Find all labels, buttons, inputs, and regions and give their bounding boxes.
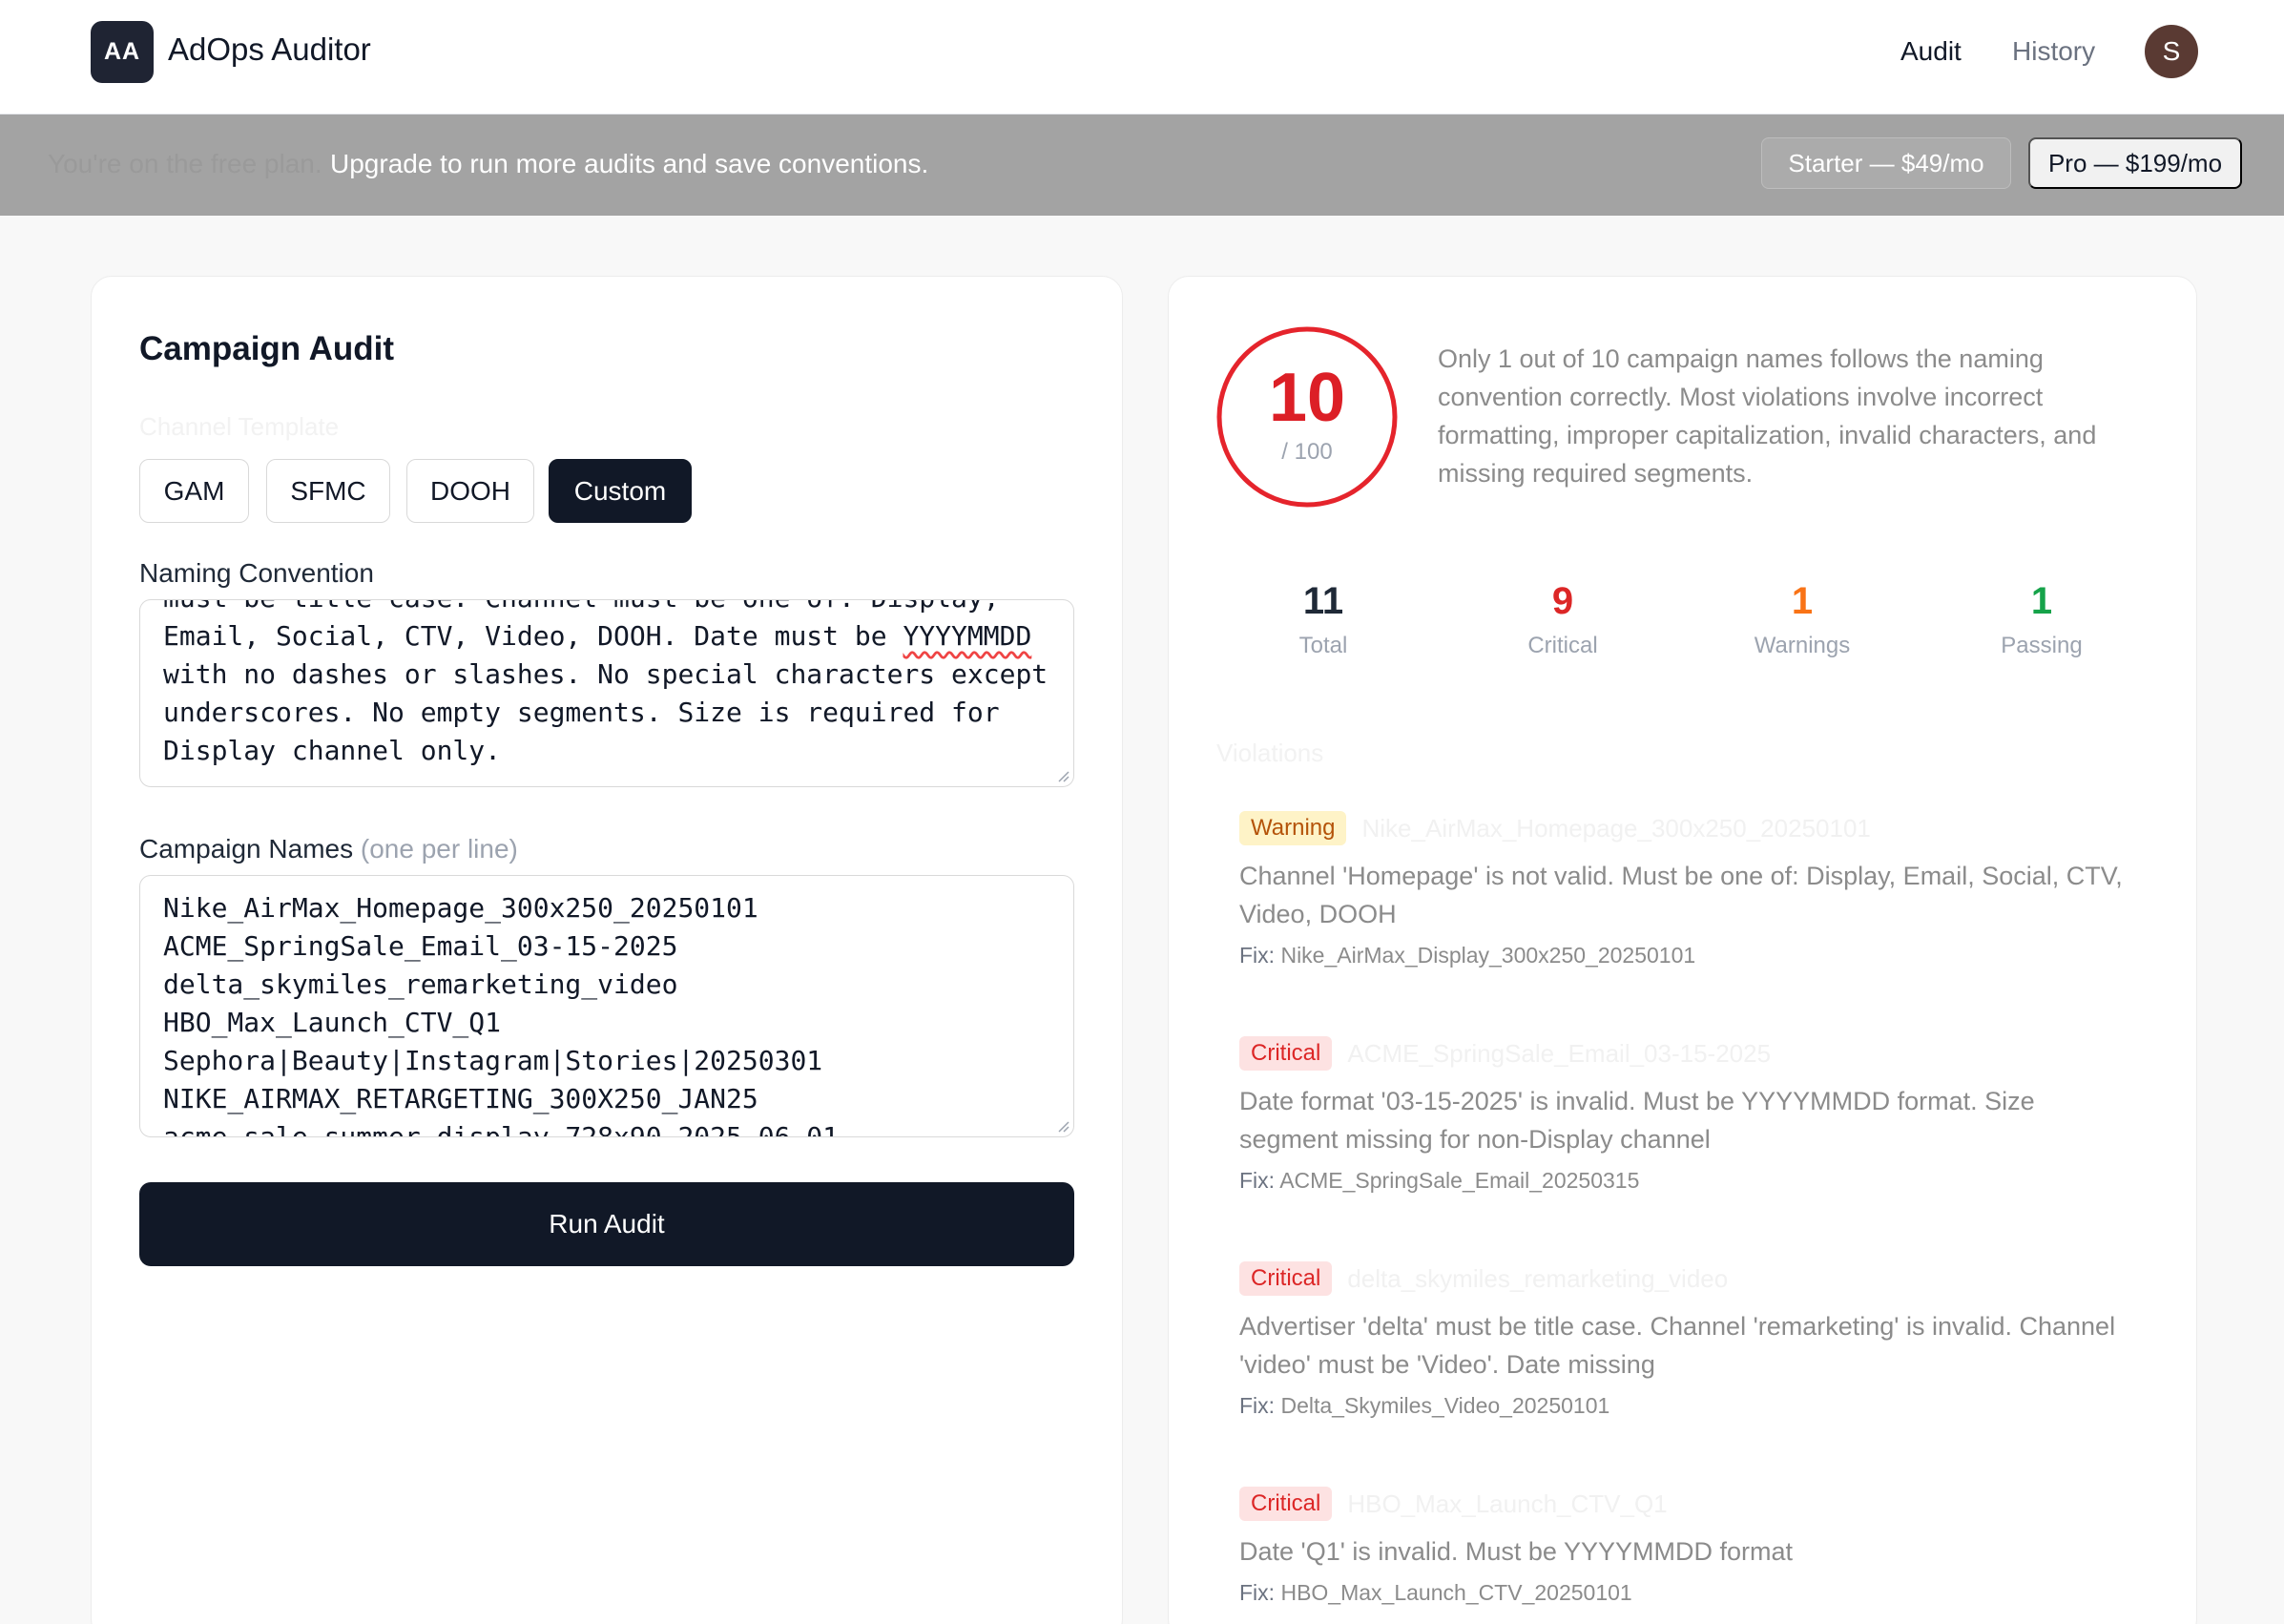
nav-history-link[interactable]: History — [2012, 36, 2095, 67]
stat-passing-value: 1 — [2030, 580, 2053, 622]
stat-critical-label: Critical — [1527, 633, 1598, 658]
violation-item[interactable]: Warning Nike_AirMax_Homepage_300x250_2025… — [1239, 811, 2136, 968]
user-avatar[interactable]: S — [2145, 25, 2198, 78]
campaign-name-line: ACME_SpringSale_Email_03-15-2025 — [163, 930, 678, 962]
audit-results-card: 10 / 100 Only 1 out of 10 campaign names… — [1168, 276, 2197, 1624]
stat-warnings-label: Warnings — [1754, 633, 1851, 658]
stat-warnings: 1 Warnings — [1707, 580, 1898, 659]
template-label: Channel Template — [139, 412, 340, 441]
naming-line: Display channel only. — [163, 735, 502, 766]
app-title: AdOps Auditor — [168, 31, 371, 67]
violation-fix: Fix: Nike_AirMax_Display_300x250_2025010… — [1239, 943, 1696, 968]
violation-campaign-name: Nike_AirMax_Homepage_300x250_20250101 — [1361, 813, 1871, 843]
violation-message: Advertiser 'delta' must be title case. C… — [1239, 1312, 2116, 1379]
spellcheck-word: YYYYMMDD — [903, 620, 1032, 652]
starter-plan-button[interactable]: Starter — $49/mo — [1761, 137, 2011, 189]
stat-passing-label: Passing — [2001, 633, 2083, 658]
campaign-name-line: acme sale summer display 728x90 2025-06-… — [163, 1121, 840, 1137]
violation-campaign-name: delta_skymiles_remarketing_video — [1347, 1263, 1729, 1293]
free-plan-notice: You're on the free plan. — [48, 149, 322, 178]
campaign-name-line: delta_skymiles_remarketing_video — [163, 968, 678, 1000]
violations-label: Violations — [1216, 739, 1324, 767]
naming-line: underscores. No empty segments. Size is … — [163, 697, 1000, 728]
template-gam-button[interactable]: GAM — [139, 459, 249, 523]
campaign-audit-card: Campaign Audit Channel Template GAM SFMC… — [91, 276, 1123, 1624]
audit-summary: Only 1 out of 10 campaign names follows … — [1438, 344, 2097, 488]
logo-icon[interactable]: AA — [91, 21, 154, 83]
page-title: Campaign Audit — [139, 330, 395, 367]
naming-convention-label: Naming Convention — [139, 558, 374, 588]
stat-total-label: Total — [1298, 633, 1348, 658]
score-max: / 100 — [1281, 439, 1333, 465]
stat-passing: 1 Passing — [1946, 580, 2137, 659]
naming-line: Email, Social, CTV, Video, DOOH. Date mu… — [163, 620, 1032, 652]
resize-grip-icon[interactable] — [1054, 1117, 1069, 1133]
resize-grip-icon[interactable] — [1054, 767, 1069, 782]
campaign-name-line: Nike_AirMax_Homepage_300x250_20250101 — [163, 892, 758, 924]
stat-critical: 9 Critical — [1467, 580, 1658, 659]
campaign-names-label: Campaign Names (one per line) — [139, 834, 518, 864]
violation-message: Channel 'Homepage' is not valid. Must be… — [1239, 862, 2123, 928]
violation-item[interactable]: Critical delta_skymiles_remarketing_video… — [1239, 1261, 2136, 1419]
stat-critical-value: 9 — [1551, 580, 1574, 622]
campaign-names-hint: (one per line) — [360, 834, 518, 864]
naming-line: with no dashes or slashes. No special ch… — [163, 658, 1049, 690]
naming-convention-textarea[interactable]: must be title case. Channel must be one … — [139, 599, 1074, 787]
upgrade-message: Upgrade to run more audits and save conv… — [330, 149, 929, 178]
violation-message: Date 'Q1' is invalid. Must be YYYYMMDD f… — [1239, 1537, 1793, 1566]
stat-total-value: 11 — [1302, 580, 1344, 622]
app-header: AA AdOps Auditor Audit History S — [0, 0, 2284, 115]
campaign-names-textarea[interactable]: Nike_AirMax_Homepage_300x250_20250101 AC… — [139, 875, 1074, 1137]
run-audit-button[interactable]: Run Audit — [139, 1182, 1074, 1266]
template-custom-button[interactable]: Custom — [549, 459, 692, 523]
violation-fix: Fix: Delta_Skymiles_Video_20250101 — [1239, 1393, 1610, 1418]
violation-item[interactable]: Critical HBO_Max_Launch_CTV_Q1 Date 'Q1' … — [1239, 1487, 2136, 1606]
campaign-name-line: HBO_Max_Launch_CTV_Q1 — [163, 1007, 502, 1038]
naming-line: must be title case. Channel must be one … — [163, 600, 1048, 617]
violation-campaign-name: HBO_Max_Launch_CTV_Q1 — [1347, 1489, 1668, 1518]
severity-badge: Critical — [1239, 1487, 1333, 1521]
stat-warnings-value: 1 — [1791, 580, 1814, 622]
severity-badge: Critical — [1239, 1261, 1333, 1296]
campaign-name-line: Sephora|Beauty|Instagram|Stories|2025030… — [163, 1045, 823, 1076]
violation-message: Date format '03-15-2025' is invalid. Mus… — [1239, 1087, 2035, 1154]
stat-total: 11 Total — [1228, 580, 1419, 659]
pro-plan-button[interactable]: Pro — $199/mo — [2028, 137, 2242, 189]
violation-fix: Fix: ACME_SpringSale_Email_20250315 — [1239, 1168, 1640, 1193]
campaign-name-line: NIKE_AIRMAX_RETARGETING_300X250_JAN25 — [163, 1083, 758, 1114]
upgrade-banner: You're on the free plan. Upgrade to run … — [0, 115, 2284, 216]
severity-badge: Warning — [1239, 811, 1347, 845]
violation-fix: Fix: HBO_Max_Launch_CTV_20250101 — [1239, 1580, 1632, 1605]
violation-item[interactable]: Critical ACME_SpringSale_Email_03-15-2025… — [1239, 1036, 2136, 1194]
template-dooh-button[interactable]: DOOH — [406, 459, 534, 523]
nav-audit-link[interactable]: Audit — [1900, 36, 1962, 67]
severity-badge: Critical — [1239, 1036, 1333, 1071]
score-value: 10 — [1268, 360, 1346, 436]
violation-campaign-name: ACME_SpringSale_Email_03-15-2025 — [1347, 1038, 1772, 1068]
template-sfmc-button[interactable]: SFMC — [266, 459, 390, 523]
